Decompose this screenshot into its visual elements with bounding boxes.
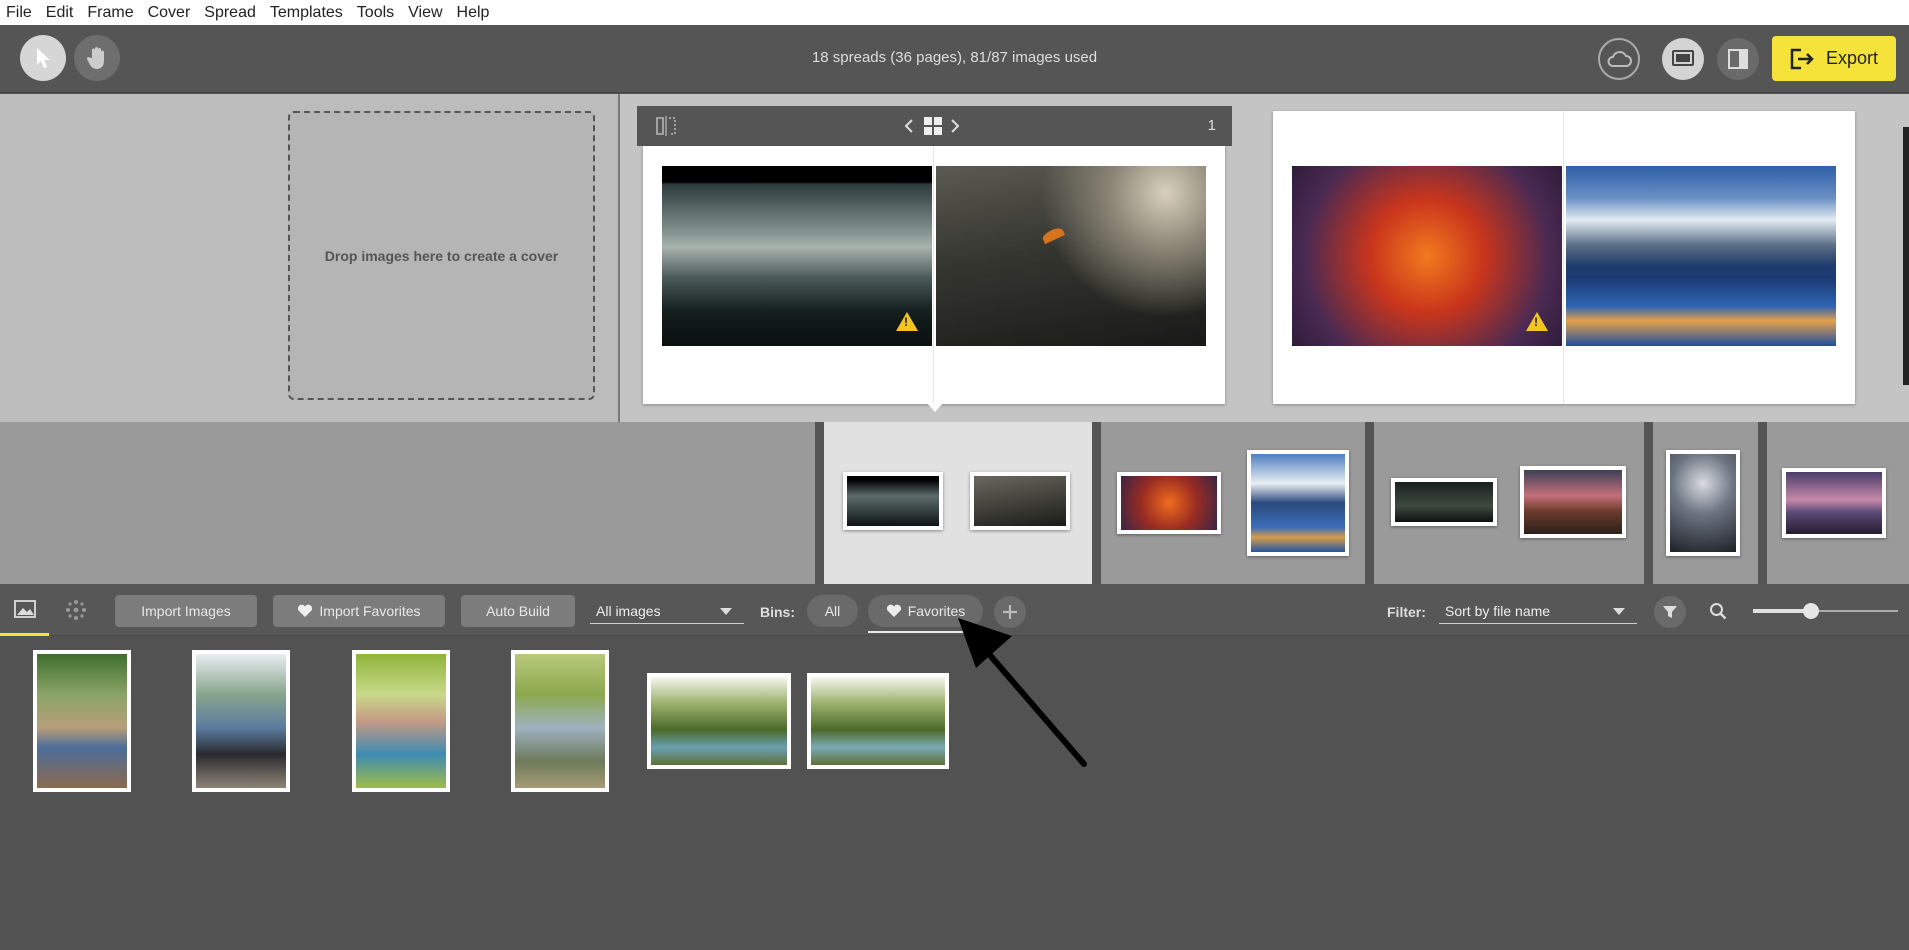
import-favorites-button[interactable]: Import Favorites: [273, 595, 445, 627]
grid-icon[interactable]: [924, 117, 942, 135]
filmstrip-spread-5[interactable]: [1767, 422, 1909, 584]
filmstrip-thumb[interactable]: [1782, 468, 1886, 538]
spread-editor: Drop images here to create a cover 1 ! !: [0, 94, 1909, 422]
image-library: [0, 618, 1909, 950]
spread-photo-maple-leaf[interactable]: !: [1292, 166, 1562, 346]
chevron-left-icon[interactable]: [904, 118, 914, 134]
export-label: Export: [1825, 48, 1879, 68]
single-page-view-button[interactable]: [1662, 38, 1704, 80]
export-icon: [1790, 48, 1814, 69]
filmstrip-thumb[interactable]: [970, 472, 1070, 530]
filmstrip-spread-2[interactable]: [1101, 422, 1365, 584]
spread-filmstrip: [0, 422, 1909, 584]
bin-all-button[interactable]: All: [807, 595, 858, 627]
filter-label: Filter:: [1387, 604, 1426, 620]
single-page-icon: [1672, 50, 1694, 66]
export-button[interactable]: Export: [1772, 36, 1896, 81]
menu-frame[interactable]: Frame: [87, 4, 133, 22]
image-tab-icon: [13, 599, 36, 618]
library-image-vines-1[interactable]: [647, 673, 791, 769]
bin-all-label: All: [824, 603, 841, 619]
menu-templates[interactable]: Templates: [270, 4, 343, 22]
auto-build-button[interactable]: Auto Build: [461, 595, 575, 627]
cover-drop-text: Drop images here to create a cover: [324, 247, 559, 264]
chevron-down-icon: [720, 608, 732, 615]
spread-header: 1: [637, 106, 1232, 146]
heart-icon: [886, 604, 901, 617]
menu-edit[interactable]: Edit: [46, 4, 74, 22]
spread-page-number: 1: [1207, 117, 1216, 134]
filter-icon: [1663, 606, 1677, 618]
image-filter-value: All images: [596, 602, 661, 619]
chevron-down-icon: [1613, 608, 1625, 615]
filmstrip-thumb[interactable]: [1391, 478, 1497, 526]
menu-file[interactable]: File: [6, 4, 32, 22]
library-image-family-1[interactable]: [33, 650, 131, 792]
filmstrip-thumb[interactable]: [1247, 450, 1349, 556]
library-image-couple[interactable]: [352, 650, 450, 792]
zoom-slider[interactable]: [1753, 603, 1898, 619]
page-split-icon[interactable]: [655, 116, 677, 136]
filmstrip-thumb[interactable]: [843, 472, 943, 530]
import-favorites-label: Import Favorites: [319, 603, 421, 619]
library-image-vines-2[interactable]: [807, 673, 949, 769]
warning-icon: !: [1526, 312, 1548, 331]
warning-icon: !: [896, 312, 918, 331]
annotation-arrow-icon: [958, 618, 1087, 767]
split-view-icon: [1728, 49, 1748, 69]
filmstrip-spread-4[interactable]: [1653, 422, 1758, 584]
menu-spread[interactable]: Spread: [204, 4, 256, 22]
spread-photo-lake-city[interactable]: [1566, 166, 1836, 346]
menu-tools[interactable]: Tools: [357, 4, 394, 22]
spread-page-2[interactable]: !: [1273, 111, 1855, 404]
menu-bar: File Edit Frame Cover Spread Templates T…: [0, 0, 1909, 25]
filter-button[interactable]: [1654, 596, 1686, 628]
auto-build-label: Auto Build: [486, 603, 550, 619]
filmstrip-thumb[interactable]: [1117, 472, 1221, 534]
tab-effects[interactable]: [53, 584, 98, 636]
heart-icon: [298, 604, 313, 617]
filmstrip-thumb[interactable]: [1666, 450, 1740, 556]
cloud-button[interactable]: [1598, 38, 1640, 80]
main-toolbar: 18 spreads (36 pages), 81/87 images used…: [0, 25, 1909, 93]
filmstrip-thumb[interactable]: [1520, 466, 1626, 538]
import-images-button[interactable]: Import Images: [115, 595, 257, 627]
cloud-icon: [1607, 51, 1632, 67]
spread-photo-mountains-aurora[interactable]: !: [662, 166, 932, 346]
bins-label: Bins:: [760, 604, 795, 620]
filmstrip-spread-3[interactable]: [1374, 422, 1644, 584]
tab-images[interactable]: [0, 584, 49, 636]
effects-tab-icon: [65, 600, 86, 620]
sort-dropdown[interactable]: Sort by file name: [1439, 598, 1637, 624]
chevron-right-icon[interactable]: [950, 118, 960, 134]
library-image-man[interactable]: [511, 650, 609, 792]
import-images-label: Import Images: [141, 603, 231, 619]
menu-cover[interactable]: Cover: [148, 4, 191, 22]
menu-help[interactable]: Help: [457, 4, 490, 22]
spread-page-1[interactable]: !: [643, 146, 1225, 404]
cover-area: Drop images here to create a cover: [0, 94, 620, 422]
search-icon: [1710, 603, 1727, 620]
sort-value: Sort by file name: [1445, 602, 1551, 619]
split-view-button[interactable]: [1717, 38, 1759, 80]
search-button[interactable]: [1703, 600, 1733, 622]
menu-view[interactable]: View: [408, 4, 442, 22]
library-image-family-2[interactable]: [192, 650, 290, 792]
image-filter-dropdown[interactable]: All images: [590, 598, 744, 624]
zoom-slider-handle[interactable]: [1803, 603, 1819, 619]
cover-drop-zone[interactable]: Drop images here to create a cover: [288, 111, 595, 400]
filmstrip-spread-1[interactable]: [824, 422, 1092, 584]
spread-photo-paraglider[interactable]: [936, 166, 1206, 346]
